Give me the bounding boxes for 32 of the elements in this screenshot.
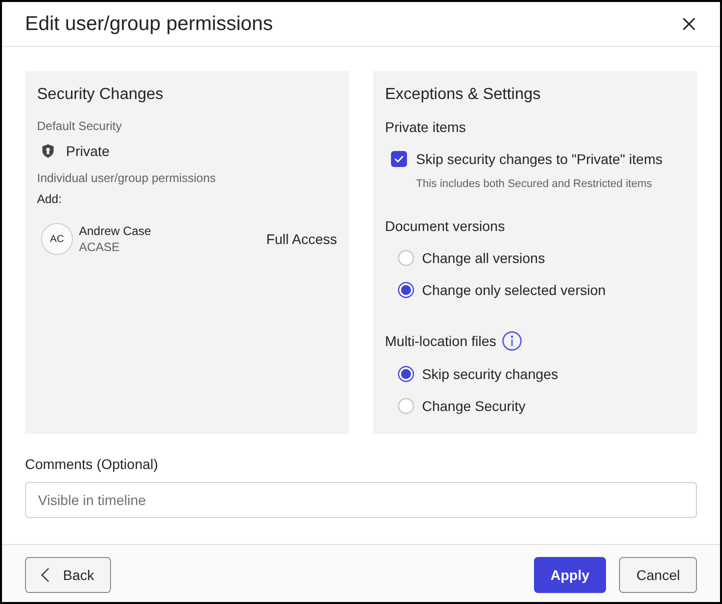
checkbox-label: Skip security changes to "Private" items xyxy=(416,150,662,169)
radio-label: Skip security changes xyxy=(422,365,558,384)
chevron-left-icon xyxy=(41,568,49,582)
section-heading: Document versions xyxy=(385,217,505,236)
avatar: AC xyxy=(41,223,73,255)
user-id: ACASE xyxy=(79,239,120,255)
panel-title: Exceptions & Settings xyxy=(385,85,541,105)
field-label: Default Security xyxy=(37,118,122,134)
shield-icon xyxy=(42,144,54,158)
comments-label: Comments (Optional) xyxy=(25,455,158,473)
access-level: Full Access xyxy=(266,230,337,249)
section-heading: Multi-location files xyxy=(385,332,496,351)
user-name: Andrew Case xyxy=(79,223,152,239)
checkbox[interactable] xyxy=(391,151,407,167)
radio-button[interactable] xyxy=(398,366,414,382)
comments-field[interactable]: Visible in timeline xyxy=(25,482,697,518)
apply-button[interactable]: Apply xyxy=(534,557,606,593)
panel-title: Security Changes xyxy=(37,85,164,105)
cancel-button[interactable]: Cancel xyxy=(619,557,697,593)
section-heading: Private items xyxy=(385,118,466,137)
radio-label: Change only selected version xyxy=(422,281,606,300)
back-button[interactable]: Back xyxy=(25,557,112,593)
security-value: Private xyxy=(66,142,110,161)
field-label: Individual user/group permissions xyxy=(37,170,216,186)
radio-label: Change all versions xyxy=(422,249,545,268)
hint-text: This includes both Secured and Restricted items xyxy=(416,177,652,192)
radio-label: Change Security xyxy=(422,397,526,416)
radio-button[interactable] xyxy=(398,282,414,298)
dialog-title: Edit user/group permissions xyxy=(25,12,273,37)
close-icon[interactable] xyxy=(683,18,695,30)
add-label: Add: xyxy=(37,191,62,207)
info-icon[interactable] xyxy=(502,331,522,351)
